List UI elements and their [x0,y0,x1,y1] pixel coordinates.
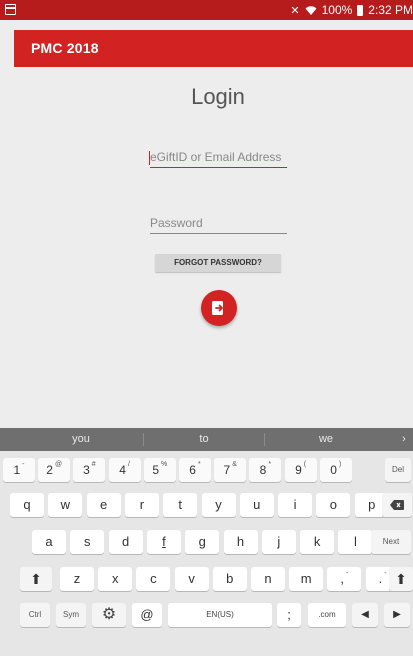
password-underline [150,233,287,234]
key-q[interactable]: q [10,493,44,517]
wifi-icon [305,5,317,15]
key-comma[interactable]: ,- [327,567,362,591]
key-t[interactable]: t [163,493,198,517]
key-z[interactable]: z [60,567,94,591]
key-n[interactable]: n [251,567,285,591]
key-c[interactable]: c [136,567,171,591]
key-i[interactable]: i [278,493,313,517]
com-key[interactable]: .com [308,603,346,627]
login-submit-button[interactable] [201,290,237,326]
key-o[interactable]: o [316,493,351,517]
login-icon [212,301,223,315]
suggestion-to[interactable]: to [144,433,264,445]
arrow-right-icon: ▶ [393,609,401,620]
key-k[interactable]: k [300,530,335,554]
key-w[interactable]: w [48,493,83,517]
key-x[interactable]: x [98,567,133,591]
key-v[interactable]: v [174,567,209,591]
sym-key[interactable]: Sym [56,603,86,627]
email-underline [150,166,287,168]
backspace-key[interactable] [382,493,412,517]
key-d[interactable]: d [108,530,143,554]
suggestion-you[interactable]: you [21,433,141,445]
shift-key-right[interactable]: ⬆ [389,567,413,591]
ctrl-key[interactable]: Ctrl [20,603,50,627]
key-r[interactable]: r [124,493,159,517]
password-field[interactable]: Password [150,212,287,234]
key-b[interactable]: b [212,567,247,591]
key-at[interactable]: @ [132,603,162,627]
key-j[interactable]: j [261,530,296,554]
divider [264,433,265,446]
delete-key[interactable]: Del [385,458,411,482]
calendar-icon [5,4,16,15]
next-key[interactable]: Next [371,530,411,554]
key-y[interactable]: y [201,493,236,517]
password-placeholder: Password [150,216,203,230]
key-a[interactable]: a [32,530,66,554]
key-2[interactable]: 2 @ [38,458,71,482]
key-semicolon[interactable]: ; [277,603,301,627]
key-f[interactable]: f [146,530,181,554]
key-7[interactable]: 7 & [214,458,247,482]
email-placeholder: eGiftID or Email Address [150,150,282,164]
key-l[interactable]: l [338,530,373,554]
shift-key[interactable]: ⬆ [20,567,52,591]
suggestion-we[interactable]: we [266,433,386,445]
signal-icon: ✕ [290,4,300,17]
battery-percent: 100% [321,3,353,17]
email-field[interactable]: eGiftID or Email Address [149,146,287,168]
key-g[interactable]: g [185,530,220,554]
key-0[interactable]: 0) [319,458,352,482]
key-3[interactable]: 3 # [73,458,106,482]
battery-icon [357,4,364,16]
backspace-icon [390,500,404,510]
status-bar: ✕ 100% 2:32 PM [0,0,413,20]
settings-key[interactable]: ⚙ [92,603,126,627]
suggestion-bar: you to we › [0,428,413,451]
key-m[interactable]: m [289,567,324,591]
shift-icon: ⬆ [30,571,42,587]
space-key[interactable]: EN(US) [168,603,272,627]
key-h[interactable]: h [223,530,258,554]
shift-icon: ⬆ [395,571,407,587]
gear-icon: ⚙ [101,606,117,623]
key-u[interactable]: u [239,493,274,517]
arrow-left-icon: ◀ [361,609,369,620]
app-title: PMC 2018 [31,40,99,56]
key-e[interactable]: e [86,493,121,517]
suggestion-more-icon[interactable]: › [396,433,412,445]
forgot-password-button[interactable]: FORGOT PASSWORD? [155,254,281,272]
soft-keyboard: you to we › 1-2 @3 #4/5% 6 * 7 & 8 * 9(0) Del q w e r t… [0,428,413,656]
key-5[interactable]: 5% [143,458,176,482]
key-6[interactable]: 6 * [179,458,211,482]
key-9[interactable]: 9( [284,458,317,482]
key-4[interactable]: 4/ [108,458,141,482]
key-8[interactable]: 8 * [249,458,282,482]
clock: 2:32 PM [368,3,413,17]
login-title: Login [191,84,245,109]
cursor-right-key[interactable]: ▶ [384,603,410,627]
key-s[interactable]: s [70,530,105,554]
key-1[interactable]: 1- [3,458,35,482]
app-bar: PMC 2018 [14,30,413,67]
cursor-left-key[interactable]: ◀ [352,603,378,627]
